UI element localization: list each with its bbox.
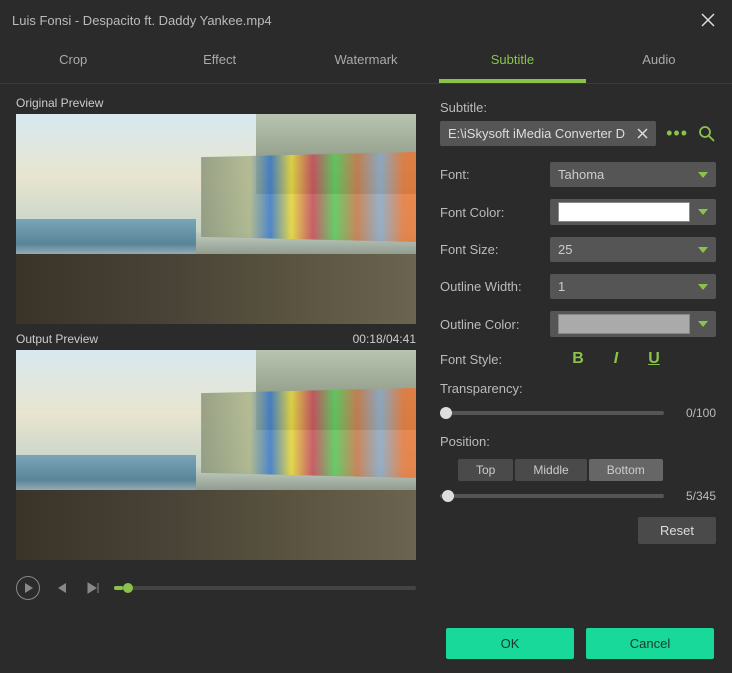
font-color-dropdown[interactable] bbox=[550, 199, 716, 225]
subtitle-path-value: E:\iSkysoft iMedia Converter D bbox=[448, 126, 625, 141]
chevron-down-icon bbox=[698, 172, 708, 178]
font-value: Tahoma bbox=[558, 167, 604, 182]
tab-effect[interactable]: Effect bbox=[146, 40, 292, 83]
position-label: Position: bbox=[440, 434, 716, 449]
browse-icon[interactable]: ••• bbox=[666, 123, 688, 144]
outline-width-label: Outline Width: bbox=[440, 279, 550, 294]
font-color-label: Font Color: bbox=[440, 205, 550, 220]
chevron-down-icon bbox=[698, 209, 708, 215]
chevron-down-icon bbox=[698, 247, 708, 253]
font-size-dropdown[interactable]: 25 bbox=[550, 237, 716, 262]
italic-button[interactable]: I bbox=[606, 349, 626, 369]
close-icon[interactable] bbox=[696, 8, 720, 32]
prev-frame-button[interactable] bbox=[50, 577, 72, 599]
font-style-label: Font Style: bbox=[440, 352, 550, 367]
position-bottom-button[interactable]: Bottom bbox=[589, 459, 663, 481]
outline-color-swatch bbox=[558, 314, 690, 334]
font-size-value: 25 bbox=[558, 242, 572, 257]
outline-width-value: 1 bbox=[558, 279, 565, 294]
chevron-down-icon bbox=[698, 284, 708, 290]
transparency-slider[interactable] bbox=[440, 411, 664, 415]
original-preview-label: Original Preview bbox=[16, 96, 416, 110]
scrubber[interactable] bbox=[114, 586, 416, 590]
font-size-label: Font Size: bbox=[440, 242, 550, 257]
window-title: Luis Fonsi - Despacito ft. Daddy Yankee.… bbox=[12, 13, 272, 28]
next-frame-button[interactable] bbox=[82, 577, 104, 599]
ok-button[interactable]: OK bbox=[446, 628, 574, 659]
bold-button[interactable]: B bbox=[568, 349, 588, 369]
cancel-button[interactable]: Cancel bbox=[586, 628, 714, 659]
position-middle-button[interactable]: Middle bbox=[515, 459, 586, 481]
subtitle-label: Subtitle: bbox=[440, 100, 716, 115]
tab-audio[interactable]: Audio bbox=[586, 40, 732, 83]
subtitle-path-input[interactable]: E:\iSkysoft iMedia Converter D bbox=[440, 121, 656, 146]
tab-watermark[interactable]: Watermark bbox=[293, 40, 439, 83]
search-icon[interactable] bbox=[698, 125, 716, 143]
outline-color-label: Outline Color: bbox=[440, 317, 550, 332]
original-preview bbox=[16, 114, 416, 324]
position-slider[interactable] bbox=[440, 494, 664, 498]
outline-width-dropdown[interactable]: 1 bbox=[550, 274, 716, 299]
tab-subtitle[interactable]: Subtitle bbox=[439, 40, 585, 83]
position-value: 5/345 bbox=[676, 489, 716, 503]
output-preview bbox=[16, 350, 416, 560]
tab-crop[interactable]: Crop bbox=[0, 40, 146, 83]
transparency-value: 0/100 bbox=[676, 406, 716, 420]
time-indicator: 00:18/04:41 bbox=[353, 332, 416, 346]
output-preview-label: Output Preview bbox=[16, 332, 98, 346]
reset-button[interactable]: Reset bbox=[638, 517, 716, 544]
outline-color-dropdown[interactable] bbox=[550, 311, 716, 337]
clear-subtitle-icon[interactable] bbox=[637, 128, 648, 139]
chevron-down-icon bbox=[698, 321, 708, 327]
position-top-button[interactable]: Top bbox=[458, 459, 513, 481]
play-button[interactable] bbox=[16, 576, 40, 600]
tabs-bar: Crop Effect Watermark Subtitle Audio bbox=[0, 40, 732, 84]
font-color-swatch bbox=[558, 202, 690, 222]
transparency-label: Transparency: bbox=[440, 381, 716, 396]
font-dropdown[interactable]: Tahoma bbox=[550, 162, 716, 187]
font-label: Font: bbox=[440, 167, 550, 182]
underline-button[interactable]: U bbox=[644, 349, 664, 369]
